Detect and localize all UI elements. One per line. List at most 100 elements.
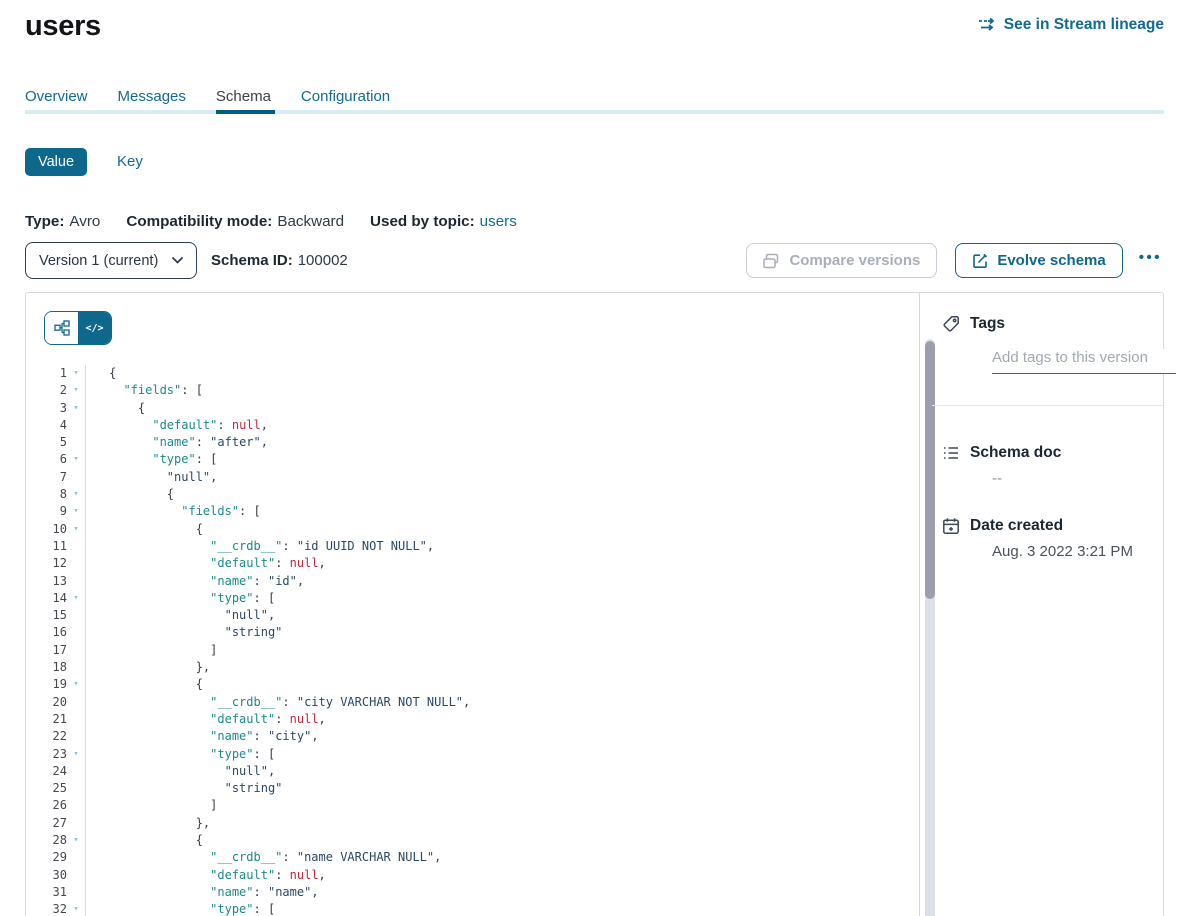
lineage-icon <box>978 16 996 34</box>
line-number: 4 <box>26 417 67 434</box>
line-number: 5 <box>26 434 67 451</box>
evolve-schema-icon <box>972 253 988 269</box>
tree-view-button[interactable] <box>45 312 78 344</box>
version-select[interactable]: Version 1 (current) <box>25 242 197 279</box>
line-number: 31 <box>26 884 67 901</box>
fold-arrow-icon[interactable]: ▾ <box>67 676 85 693</box>
line-number: 12 <box>26 555 67 572</box>
value-key-toggle: Value Key <box>25 146 1164 177</box>
fold-arrow-icon[interactable]: ▾ <box>67 451 85 468</box>
tag-icon <box>942 315 960 333</box>
line-number: 25 <box>26 780 67 797</box>
tags-title: Tags <box>970 313 1005 335</box>
date-created-title: Date created <box>970 515 1063 537</box>
tab-bar: Overview Messages Schema Configuration <box>25 88 1164 114</box>
evolve-schema-button[interactable]: Evolve schema <box>955 243 1122 278</box>
add-tags-input[interactable] <box>992 349 1176 374</box>
schema-meta-row: Type: Avro Compatibility mode:Backward Us… <box>25 213 1164 230</box>
fold-gutter <box>67 694 85 711</box>
fold-gutter <box>67 607 85 624</box>
tab-messages[interactable]: Messages <box>118 88 186 114</box>
fold-arrow-icon[interactable]: ▾ <box>67 365 85 382</box>
schema-editor-panel: </> 1▾{2▾ "fields": [3▾ {4 "default": nu… <box>25 292 1164 916</box>
line-number: 13 <box>26 573 67 590</box>
schema-id-field: Schema ID:100002 <box>211 252 348 269</box>
schema-doc-icon <box>942 444 960 462</box>
line-number: 3 <box>26 400 67 417</box>
line-number: 2 <box>26 382 67 399</box>
type-label: Type: <box>25 213 64 230</box>
type-field: Type: Avro <box>25 213 100 230</box>
fold-gutter <box>67 624 85 641</box>
fold-gutter <box>67 555 85 572</box>
line-number: 7 <box>26 469 67 486</box>
fold-gutter <box>67 797 85 814</box>
schema-doc-section: Schema doc -- <box>942 442 1139 487</box>
line-number: 23 <box>26 746 67 763</box>
schema-controls-row: Version 1 (current) Schema ID:100002 Com… <box>25 242 1164 279</box>
fold-gutter <box>67 711 85 728</box>
line-number: 6 <box>26 451 67 468</box>
date-created-section: Date created Aug. 3 2022 3:21 PM <box>942 515 1139 560</box>
fold-gutter <box>67 642 85 659</box>
code-view-icon: </> <box>85 323 103 334</box>
page-header: users See in Stream lineage <box>25 8 1164 45</box>
tab-underline-track <box>25 110 1164 114</box>
page-title: users <box>25 8 101 45</box>
fold-arrow-icon[interactable]: ▾ <box>67 486 85 503</box>
line-number: 28 <box>26 832 67 849</box>
fold-gutter <box>67 417 85 434</box>
fold-arrow-icon[interactable]: ▾ <box>67 521 85 538</box>
compat-value: Backward <box>277 213 344 230</box>
schema-sidebar: Tags Schema doc -- <box>920 293 1163 916</box>
schema-doc-value: -- <box>992 470 1139 487</box>
type-value: Avro <box>69 213 100 230</box>
compare-versions-button[interactable]: Compare versions <box>746 243 937 278</box>
line-number: 1 <box>26 365 67 382</box>
sidebar-divider <box>932 405 1163 406</box>
value-tab-button[interactable]: Value <box>25 148 87 176</box>
fold-arrow-icon[interactable]: ▾ <box>67 503 85 520</box>
fold-arrow-icon[interactable]: ▾ <box>67 382 85 399</box>
tab-schema[interactable]: Schema <box>216 88 271 114</box>
line-number: 17 <box>26 642 67 659</box>
fold-arrow-icon[interactable]: ▾ <box>67 400 85 417</box>
line-number: 9 <box>26 503 67 520</box>
tab-overview[interactable]: Overview <box>25 88 88 114</box>
fold-gutter <box>67 884 85 901</box>
lineage-label: See in Stream lineage <box>1004 16 1164 34</box>
schema-doc-title: Schema doc <box>970 442 1061 464</box>
fold-gutter <box>67 573 85 590</box>
line-number: 11 <box>26 538 67 555</box>
chevron-down-icon <box>172 257 183 264</box>
line-number: 16 <box>26 624 67 641</box>
line-number: 30 <box>26 867 67 884</box>
topic-link[interactable]: users <box>480 213 517 230</box>
fold-arrow-icon[interactable]: ▾ <box>67 590 85 607</box>
schema-id-label: Schema ID: <box>211 252 293 269</box>
fold-arrow-icon[interactable]: ▾ <box>67 901 85 916</box>
fold-arrow-icon[interactable]: ▾ <box>67 832 85 849</box>
line-number: 22 <box>26 728 67 745</box>
stream-lineage-link[interactable]: See in Stream lineage <box>978 16 1164 34</box>
line-number: 32 <box>26 901 67 916</box>
compatibility-field: Compatibility mode:Backward <box>126 213 344 230</box>
tree-view-icon <box>54 320 70 336</box>
calendar-icon <box>942 517 960 535</box>
line-number: 26 <box>26 797 67 814</box>
fold-arrow-icon[interactable]: ▾ <box>67 746 85 763</box>
tab-configuration[interactable]: Configuration <box>301 88 390 114</box>
line-number: 8 <box>26 486 67 503</box>
fold-gutter <box>67 780 85 797</box>
fold-gutter <box>67 867 85 884</box>
schema-page: users See in Stream lineage Overview Mess… <box>0 8 1189 916</box>
line-number: 10 <box>26 521 67 538</box>
tags-section-header: Tags <box>942 313 1139 335</box>
fold-gutter <box>67 815 85 832</box>
key-tab-button[interactable]: Key <box>117 153 143 170</box>
line-number: 29 <box>26 849 67 866</box>
more-actions-button[interactable]: ••• <box>1137 245 1164 276</box>
compare-versions-label: Compare versions <box>789 252 920 269</box>
code-view-button[interactable]: </> <box>78 312 111 344</box>
topic-label: Used by topic: <box>370 213 475 230</box>
